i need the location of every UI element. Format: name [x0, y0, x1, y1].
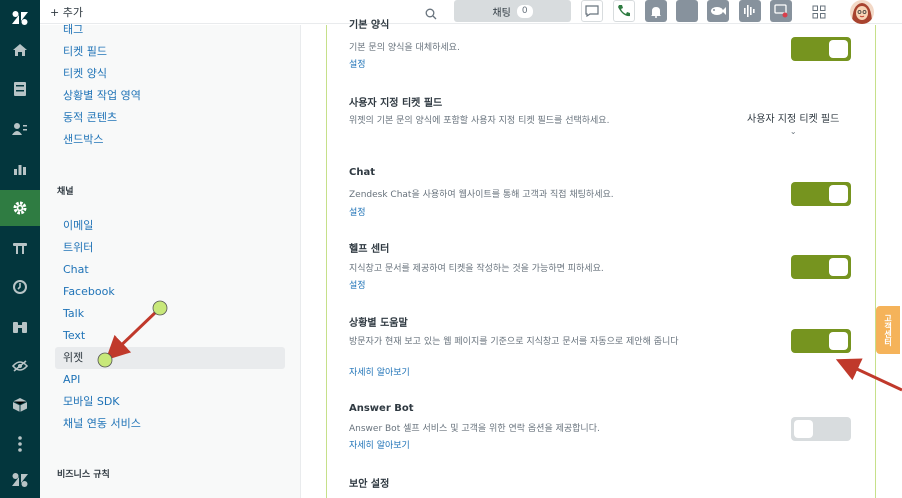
custom-ticket-fields-dropdown[interactable]: 사용자 지정 티켓 필드 ⌄ — [747, 110, 839, 136]
sidebar-item-text[interactable]: Text — [55, 325, 285, 347]
settings-sidebar: 태그 티켓 필드 티켓 양식 상황별 작업 영역 동적 콘텐츠 샌드박스 채널 … — [40, 23, 301, 498]
setting-title-custom-ticket-fields: 사용자 지정 티켓 필드 — [349, 98, 443, 109]
grid-icon[interactable] — [812, 4, 826, 23]
eye-icon[interactable] — [0, 348, 40, 384]
dropdown-label: 사용자 지정 티켓 필드 — [747, 114, 840, 125]
toggle-knob — [829, 332, 848, 350]
setting-title-default-form: 기본 양식 — [349, 20, 390, 31]
more-icon[interactable] — [0, 426, 40, 462]
product-nav-rail — [0, 0, 40, 498]
setting-desc-default-form: 기본 문의 양식을 대체하세요. — [349, 43, 460, 53]
learn-more-link-contextual-help[interactable]: 자세히 알아보기 — [349, 365, 410, 378]
toggle-chat[interactable] — [791, 182, 851, 206]
setting-title-answer-bot: Answer Bot — [349, 403, 414, 414]
sidebar-item-ticket-forms[interactable]: 티켓 양식 — [55, 63, 285, 85]
setup-link-help-center[interactable]: 설정 — [349, 278, 366, 291]
setting-title-security: 보안 설정 — [349, 479, 390, 490]
binoculars-icon[interactable] — [0, 309, 40, 345]
sidebar-item-channel-integrations[interactable]: 채널 연동 서비스 — [55, 413, 285, 435]
sidebar-item-chat[interactable]: Chat — [55, 259, 285, 281]
customers-icon[interactable] — [0, 111, 40, 147]
toggle-default-form[interactable] — [791, 37, 851, 61]
toggle-knob — [829, 258, 848, 276]
toggle-knob — [794, 420, 813, 438]
sidebar-item-twitter[interactable]: 트위터 — [55, 237, 285, 259]
sidebar-item-mobile-sdk[interactable]: 모바일 SDK — [55, 391, 285, 413]
sidebar-item-talk[interactable]: Talk — [55, 303, 285, 325]
zendesk-logo-icon[interactable] — [0, 0, 40, 36]
toggle-knob — [829, 185, 848, 203]
add-button[interactable]: + 추가 — [50, 4, 83, 20]
chat-status-button[interactable]: 채팅 0 — [454, 0, 571, 22]
section-heading-business-rules: 비즈니스 규칙 — [57, 470, 110, 480]
setting-title-contextual-help: 상황별 도움말 — [349, 318, 408, 329]
zendesk-bottom-icon[interactable] — [0, 462, 40, 498]
reports-icon[interactable] — [0, 151, 40, 187]
setup-link-default-form[interactable]: 설정 — [349, 57, 366, 70]
box-icon[interactable] — [0, 387, 40, 423]
help-center-tab[interactable]: 고객센터 — [876, 306, 900, 354]
bell-icon[interactable] — [645, 0, 667, 22]
fish-icon[interactable] — [707, 0, 729, 22]
sidebar-item-facebook[interactable]: Facebook — [55, 281, 285, 303]
chat-count-badge: 0 — [516, 4, 533, 18]
setting-desc-custom-ticket-fields: 위젯의 기본 문의 양식에 포함할 사용자 지정 티켓 필드를 선택하세요. — [349, 116, 610, 126]
phone-icon[interactable] — [613, 0, 635, 22]
search-icon[interactable] — [425, 5, 437, 24]
chat-notes-icon[interactable] — [770, 0, 792, 22]
settings-icon[interactable] — [0, 190, 40, 226]
sidebar-item-tags[interactable]: 태그 — [55, 19, 285, 41]
app-icon[interactable] — [676, 0, 698, 22]
sidebar-item-dynamic-content[interactable]: 동적 콘텐츠 — [55, 107, 285, 129]
waveform-icon[interactable] — [739, 0, 761, 22]
section-heading-channels: 채널 — [57, 187, 74, 197]
sidebar-item-ticket-fields[interactable]: 티켓 필드 — [55, 41, 285, 63]
setting-desc-help-center: 지식창고 문서를 제공하여 티켓을 작성하는 것을 가능하면 피하세요. — [349, 264, 604, 274]
learn-more-link-answer-bot[interactable]: 자세히 알아보기 — [349, 438, 410, 451]
toggle-help-center[interactable] — [791, 255, 851, 279]
widget-settings-panel: 기본 양식 기본 문의 양식을 대체하세요. 설정 사용자 지정 티켓 필드 위… — [326, 20, 876, 498]
sidebar-item-email[interactable]: 이메일 — [55, 215, 285, 237]
setting-title-help-center: 헬프 센터 — [349, 244, 390, 255]
setting-title-chat: Chat — [349, 167, 375, 178]
toggle-contextual-help[interactable] — [791, 329, 851, 353]
toggle-knob — [829, 40, 848, 58]
home-icon[interactable] — [0, 32, 40, 68]
chevron-down-icon: ⌄ — [789, 127, 797, 136]
setting-desc-answer-bot: Answer Bot 셀프 서비스 및 고객을 위한 연락 옵션을 제공합니다. — [349, 424, 600, 434]
clock-icon[interactable] — [0, 269, 40, 305]
views-icon[interactable] — [0, 71, 40, 107]
sidebar-item-api[interactable]: API — [55, 369, 285, 391]
help-tab-label: 고객센터 — [883, 314, 893, 346]
avatar[interactable] — [850, 0, 874, 24]
toggle-answer-bot[interactable] — [791, 417, 851, 441]
setting-desc-chat: Zendesk Chat을 사용하여 웹사이트를 통해 고객과 직접 채팅하세요… — [349, 190, 614, 200]
sidebar-item-sandbox[interactable]: 샌드박스 — [55, 129, 285, 151]
chat-label: 채팅 — [492, 7, 511, 19]
channels-icon[interactable] — [0, 230, 40, 266]
setting-desc-contextual-help: 방문자가 현재 보고 있는 웹 페이지를 기준으로 지식창고 문서를 자동으로 … — [349, 337, 679, 347]
setup-link-chat[interactable]: 설정 — [349, 205, 366, 218]
sidebar-item-contextual-workspaces[interactable]: 상황별 작업 영역 — [55, 85, 285, 107]
conversation-icon[interactable] — [581, 0, 603, 22]
sidebar-item-widget[interactable]: 위젯 — [55, 347, 285, 369]
